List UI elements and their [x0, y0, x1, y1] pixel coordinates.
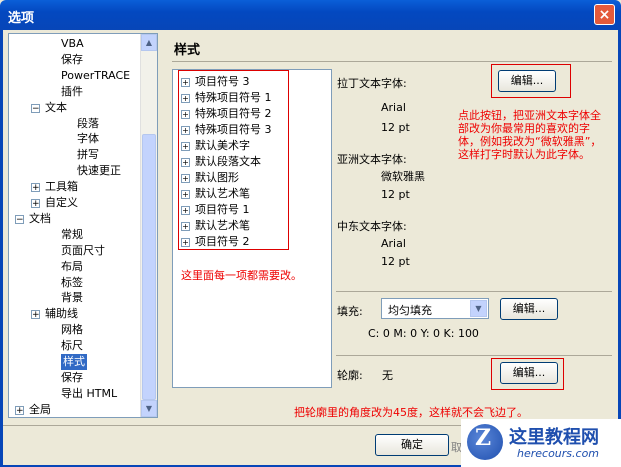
tree-item[interactable]: 快速更正 [9, 163, 142, 179]
scroll-thumb[interactable] [142, 134, 156, 400]
latin-font-name: Arial [381, 101, 406, 114]
expand-icon[interactable]: + [31, 183, 40, 193]
tree-item[interactable]: 插件 [9, 84, 142, 100]
tree-item[interactable]: 背景 [9, 290, 142, 306]
tree-item[interactable]: 标签 [9, 275, 142, 291]
outline-value: 无 [382, 369, 393, 382]
chevron-down-icon: ▼ [470, 300, 487, 317]
scroll-down-button[interactable]: ▼ [141, 400, 157, 417]
styles-panel: 样式 + 项目符号 3 + 特殊项目符号 1 + 特殊项目符号 2 + 特殊项目符号 3 + 默认… [164, 33, 613, 423]
tree-item-label: 全局 [29, 402, 51, 416]
options-tree[interactable]: VBA 保存 PowerTRACE 插件 − 文本 段落 字体 拼写 快速更正 + 工具箱 + 自定义 − 文… [8, 33, 158, 418]
scroll-up-button[interactable]: ▲ [141, 34, 157, 51]
collapse-icon[interactable]: − [15, 214, 24, 224]
scroll-up-icon: ▲ [145, 38, 153, 47]
tree-item-label: 布局 [61, 259, 83, 273]
tree-item[interactable]: 保存 [9, 370, 142, 386]
asian-font-size: 12 pt [381, 188, 410, 201]
annotation-box-font [491, 64, 571, 98]
edit-fill-button[interactable]: 编辑... [500, 298, 558, 320]
tree-item-label: 保存 [61, 52, 83, 66]
annotation-box-outline [491, 358, 564, 390]
tree-item[interactable]: 常规 [9, 227, 142, 243]
annotation-font-note: 点此按钮，把亚洲文本字体全部改为你最常用的喜欢的字体，例如我改为“微软雅黑”，这… [458, 109, 602, 161]
mideast-font-size: 12 pt [381, 255, 410, 268]
tree-item[interactable]: VBA [9, 36, 142, 52]
tree-item-label: 样式 [61, 354, 87, 370]
expand-icon[interactable]: + [31, 310, 40, 320]
tree-item-label: 标尺 [61, 339, 83, 353]
tree-item-label: PowerTRACE [61, 68, 131, 82]
fill-type-select[interactable]: 均匀填充 ▼ [381, 298, 489, 319]
tree-item[interactable]: 布局 [9, 259, 142, 275]
tree-item-label: 文档 [29, 211, 51, 225]
asian-font-name: 微软雅黑 [381, 170, 425, 183]
fill-cmyk-value: C: 0 M: 0 Y: 0 K: 100 [368, 327, 479, 340]
tree-item[interactable]: − 文档 [9, 211, 142, 227]
tree-item-label: 自定义 [45, 196, 78, 209]
tree-item-label: 背景 [61, 291, 83, 305]
tree-item[interactable]: 导出 HTML [9, 386, 142, 402]
tree-item-label: 常规 [61, 227, 83, 241]
tree-item[interactable]: 段落 [9, 116, 142, 132]
tree-item-label: 页面尺寸 [61, 243, 105, 257]
page-title: 样式 [174, 43, 201, 58]
watermark-site-name: 这里教程网 [509, 427, 599, 448]
tree-item-label: 标签 [61, 275, 83, 289]
window-title: 选项 [8, 11, 35, 26]
asian-font-label: 亚洲文本字体: [337, 153, 407, 166]
tree-item[interactable]: + 全局 [9, 402, 142, 417]
tree-item[interactable]: 保存 [9, 52, 142, 68]
watermark-site-url: herecours.com [517, 447, 600, 460]
tree-scrollbar[interactable]: ▲ ▼ [140, 34, 157, 417]
fill-label: 填充: [337, 305, 363, 318]
tree-item-label: 插件 [61, 84, 83, 98]
tree-item-label: 保存 [61, 370, 83, 384]
scroll-down-icon: ▼ [145, 404, 153, 413]
tree-item-label: 辅助线 [45, 307, 78, 321]
tree-item[interactable]: 页面尺寸 [9, 243, 142, 259]
tree-item-label: 段落 [77, 116, 99, 130]
close-icon: × [598, 7, 611, 23]
title-bar: 选项 × [0, 0, 621, 30]
latin-font-size: 12 pt [381, 121, 410, 134]
expand-icon[interactable]: + [15, 405, 24, 415]
tree-item[interactable]: 标尺 [9, 338, 142, 354]
annotation-box-list [178, 70, 289, 250]
expand-icon[interactable]: + [31, 199, 40, 209]
tree-item[interactable]: 字体 [9, 131, 142, 147]
collapse-icon[interactable]: − [31, 103, 40, 113]
heading-divider [172, 61, 612, 62]
tree-item[interactable]: 网格 [9, 322, 142, 338]
site-watermark: Z 这里教程网 herecours.com [461, 419, 621, 467]
tree-item[interactable]: + 工具箱 [9, 179, 142, 195]
logo-letter: Z [475, 425, 492, 451]
tree-item-label: 文本 [45, 100, 67, 114]
tree-item-label: 工具箱 [45, 180, 78, 194]
tree-item-label: 导出 HTML [61, 386, 118, 400]
mideast-font-name: Arial [381, 237, 406, 250]
annotation-list-note: 这里面每一项都需要改。 [181, 269, 302, 282]
tree-item-label: 快速更正 [77, 164, 121, 178]
tree-item[interactable]: 样式 [9, 354, 142, 370]
tree-item[interactable]: + 自定义 [9, 195, 142, 211]
tree-item[interactable]: PowerTRACE [9, 68, 142, 84]
latin-font-label: 拉丁文本字体: [337, 77, 407, 90]
tree-item-label: 网格 [61, 323, 83, 337]
tree-item[interactable]: + 辅助线 [9, 306, 142, 322]
tree-item-label: 拼写 [77, 148, 99, 162]
annotation-outline-note: 把轮廓里的角度改为45度，这样就不会飞边了。 [294, 406, 528, 419]
section-divider [336, 355, 612, 356]
tree-item[interactable]: 拼写 [9, 147, 142, 163]
section-divider [336, 291, 612, 292]
tree-item-label: 字体 [77, 132, 99, 146]
tree-item-label: VBA [61, 37, 84, 50]
mideast-font-label: 中东文本字体: [337, 220, 407, 233]
fill-type-value: 均匀填充 [388, 304, 432, 317]
ok-button[interactable]: 确定 [375, 434, 449, 456]
close-button[interactable]: × [594, 4, 615, 25]
outline-label: 轮廓: [337, 369, 363, 382]
tree-item[interactable]: − 文本 [9, 100, 142, 116]
